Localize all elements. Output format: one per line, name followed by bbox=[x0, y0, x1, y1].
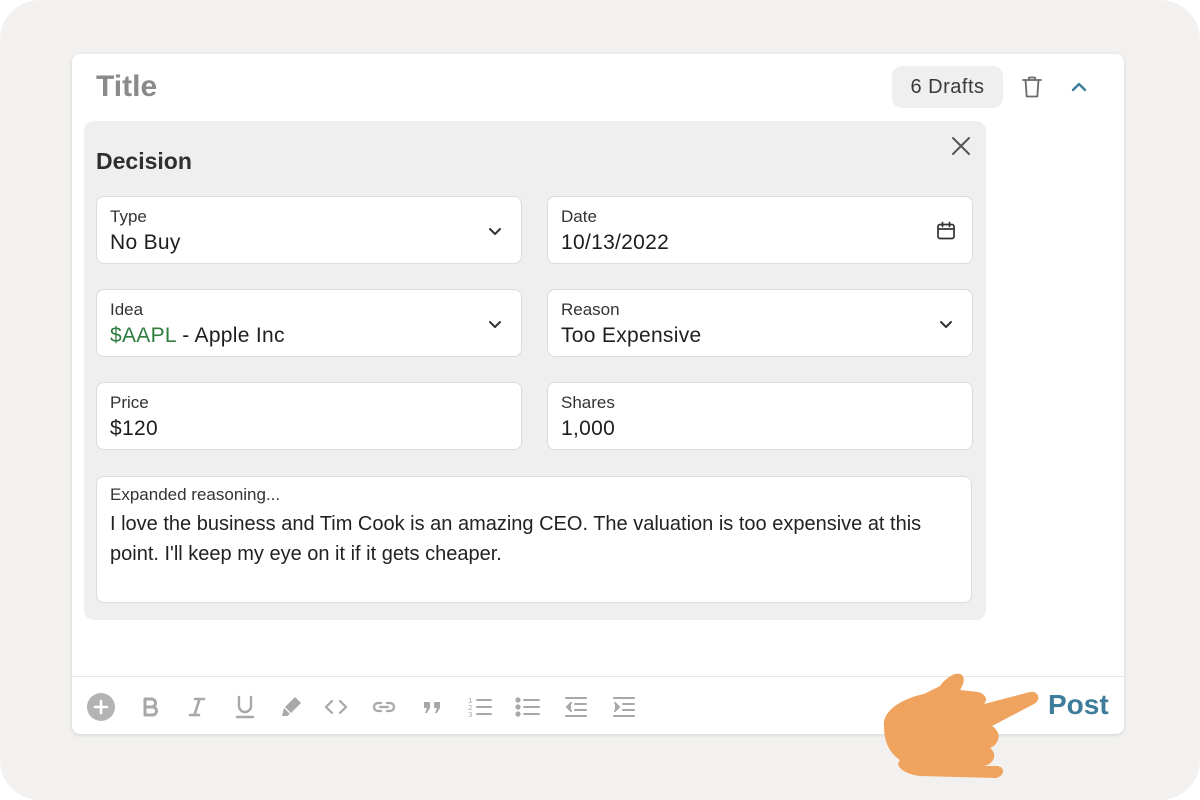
ordered-list-icon[interactable]: 1 2 3 bbox=[466, 693, 494, 721]
idea-label: Idea bbox=[110, 300, 144, 319]
underline-icon[interactable] bbox=[231, 693, 259, 721]
reasoning-textarea[interactable]: Expanded reasoning... I love the busines… bbox=[96, 476, 972, 603]
bullet-list-icon[interactable] bbox=[514, 693, 542, 721]
post-button[interactable]: Post bbox=[1048, 689, 1109, 721]
bold-icon[interactable] bbox=[136, 693, 164, 721]
type-label: Type bbox=[110, 207, 147, 226]
svg-text:3: 3 bbox=[468, 711, 472, 719]
reason-select[interactable]: Reason Too Expensive bbox=[547, 289, 973, 357]
decision-heading: Decision bbox=[96, 148, 192, 174]
reasoning-text: I love the business and Tim Cook is an a… bbox=[110, 513, 922, 565]
chevron-down-icon bbox=[489, 321, 501, 328]
chevron-up-icon[interactable] bbox=[1068, 76, 1090, 98]
idea-select[interactable]: Idea $AAPL - Apple Inc bbox=[96, 289, 522, 357]
close-icon[interactable] bbox=[948, 133, 974, 159]
price-label: Price bbox=[110, 393, 149, 412]
highlight-icon[interactable] bbox=[277, 693, 305, 721]
italic-icon[interactable] bbox=[183, 693, 211, 721]
reason-value: Too Expensive bbox=[561, 324, 702, 347]
shares-value: 1,000 bbox=[561, 417, 616, 440]
date-value: 10/13/2022 bbox=[561, 231, 670, 254]
title-field[interactable]: Title bbox=[96, 70, 157, 104]
drafts-button[interactable]: 6 Drafts bbox=[892, 66, 1003, 108]
idea-ticker: $AAPL bbox=[110, 324, 177, 347]
quote-icon[interactable] bbox=[418, 693, 446, 721]
idea-company: - Apple Inc bbox=[176, 324, 285, 347]
date-field[interactable]: Date 10/13/2022 bbox=[547, 196, 973, 264]
indent-icon[interactable] bbox=[610, 693, 638, 721]
shares-label: Shares bbox=[561, 393, 615, 412]
link-icon[interactable] bbox=[370, 693, 398, 721]
date-label: Date bbox=[561, 207, 597, 226]
post-editor-card: Title 6 Drafts Decision Type No Buy Date… bbox=[72, 54, 1124, 734]
price-value: $120 bbox=[110, 417, 158, 440]
add-icon[interactable] bbox=[87, 693, 115, 721]
pointing-hand-icon bbox=[883, 673, 1039, 778]
calendar-icon[interactable] bbox=[936, 221, 956, 241]
type-select[interactable]: Type No Buy bbox=[96, 196, 522, 264]
shares-input[interactable]: Shares 1,000 bbox=[547, 382, 973, 450]
idea-value: $AAPL - Apple Inc bbox=[110, 324, 285, 348]
reason-label: Reason bbox=[561, 300, 620, 319]
code-icon[interactable] bbox=[322, 693, 350, 721]
trash-icon[interactable] bbox=[1020, 74, 1044, 100]
type-value: No Buy bbox=[110, 231, 181, 254]
chevron-down-icon bbox=[489, 228, 501, 235]
outdent-icon[interactable] bbox=[562, 693, 590, 721]
reasoning-placeholder: Expanded reasoning... bbox=[110, 485, 281, 504]
price-input[interactable]: Price $120 bbox=[96, 382, 522, 450]
chevron-down-icon bbox=[940, 321, 952, 328]
decision-panel: Decision Type No Buy Date 10/13/2022 Ide… bbox=[84, 121, 986, 620]
app-frame: Title 6 Drafts Decision Type No Buy Date… bbox=[0, 0, 1200, 800]
